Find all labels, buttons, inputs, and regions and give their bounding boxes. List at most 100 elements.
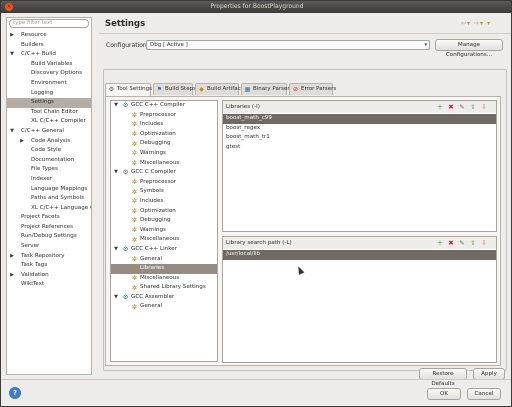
cancel-button[interactable]: Cancel — [467, 388, 501, 400]
sidebar-item-file-types[interactable]: File Types — [7, 165, 91, 175]
tool-tree-item-label: Libraries — [140, 265, 165, 272]
sidebar-item-logging[interactable]: Logging — [7, 89, 91, 99]
collapsed-arrow-icon[interactable]: ▶ — [9, 252, 15, 262]
tool-tree-item-general[interactable]: ✲ General — [111, 302, 217, 312]
tool-tree-item-debugging[interactable]: ✲ Debugging — [111, 216, 217, 226]
tool-tree-item-debugging[interactable]: ✲ Debugging — [111, 139, 217, 149]
tool-tree-item-preprocessor[interactable]: ✲ Preprocessor — [111, 178, 217, 188]
sidebar-item-language-mappings[interactable]: Language Mappings — [7, 185, 91, 195]
option-category-icon: ✲ — [131, 264, 138, 273]
configuration-select[interactable]: Dbg [ Active ] ▾ — [146, 40, 430, 50]
tool-tree-item-libraries[interactable]: ✲ Libraries — [111, 264, 217, 274]
sidebar-item-server[interactable]: Server — [7, 242, 91, 252]
sidebar-item-indexer[interactable]: Indexer — [7, 175, 91, 185]
sidebar-item-c-c-general[interactable]: ▼ C/C++ General — [7, 127, 91, 137]
sidebar-item-xl-c-c-compiler[interactable]: XL C/C++ Compiler — [7, 117, 91, 127]
tab-error-parsers[interactable]: ⊘ Error Parsers — [289, 83, 336, 95]
move-up-icon[interactable]: ⇧ — [469, 103, 477, 111]
expanded-arrow-icon[interactable]: ▼ — [9, 127, 15, 137]
sidebar-item-documentation[interactable]: Documentation — [7, 156, 91, 166]
sidebar-item-label: Environment — [31, 79, 67, 86]
sidebar-item-environment[interactable]: Environment — [7, 79, 91, 89]
move-down-icon[interactable]: ⇩ — [480, 103, 488, 111]
sidebar-item-tool-chain-editor[interactable]: Tool Chain Editor — [7, 108, 91, 118]
tool-tree-item-gcc-c-compiler[interactable]: ▼ ⚙ GCC C++ Compiler — [111, 101, 217, 111]
sidebar-item-task-repository[interactable]: ▶ Task Repository — [7, 252, 91, 262]
tool-tree-item-miscellaneous[interactable]: ✲ Miscellaneous — [111, 235, 217, 245]
expanded-arrow-icon[interactable]: ▼ — [113, 245, 119, 255]
sidebar-item-project-facets[interactable]: Project Facets — [7, 213, 91, 223]
tool-tree-item-includes[interactable]: ✲ Includes — [111, 120, 217, 130]
forward-icon[interactable]: ⇨▾ — [474, 20, 484, 27]
tool-tree-item-warnings[interactable]: ✲ Warnings — [111, 149, 217, 159]
expanded-arrow-icon[interactable]: ▼ — [113, 168, 119, 178]
sidebar-item-paths-and-symbols[interactable]: Paths and Symbols — [7, 194, 91, 204]
tool-tree-item-miscellaneous[interactable]: ✲ Miscellaneous — [111, 159, 217, 169]
sidebar-item-xl-c-c-language-opti[interactable]: XL C/C++ Language Opti — [7, 204, 91, 214]
tool-tree-item-warnings[interactable]: ✲ Warnings — [111, 226, 217, 236]
tool-tree-item-preprocessor[interactable]: ✲ Preprocessor — [111, 111, 217, 121]
list-item[interactable]: boost_regex — [223, 124, 496, 134]
tool-tree-item-miscellaneous[interactable]: ✲ Miscellaneous — [111, 274, 217, 284]
edit-icon[interactable]: ✎ — [458, 239, 466, 247]
expanded-arrow-icon[interactable]: ▼ — [9, 50, 15, 60]
delete-icon[interactable]: ✖ — [447, 239, 455, 247]
ok-button[interactable]: OK — [427, 388, 461, 400]
tool-tree-item-symbols[interactable]: ✲ Symbols — [111, 187, 217, 197]
edit-icon[interactable]: ✎ — [458, 103, 466, 111]
option-category-icon: ✲ — [131, 139, 138, 148]
list-item[interactable]: boost_math_tr1 — [223, 133, 496, 143]
library-paths-list: Library search path (-L) ＋ ✖ ✎ ⇧ ⇩ /usr/… — [222, 236, 497, 363]
sidebar-item-label: Paths and Symbols — [31, 195, 85, 202]
sidebar-item-code-analysis[interactable]: ▶ Code Analysis — [7, 137, 91, 147]
collapsed-arrow-icon[interactable]: ▶ — [19, 137, 25, 147]
collapsed-arrow-icon[interactable]: ▶ — [9, 271, 15, 281]
tool-tree-item-general[interactable]: ✲ General — [111, 255, 217, 265]
tab-build-artifact[interactable]: ◆ Build Artifact — [195, 83, 243, 95]
filter-input[interactable]: type filter text — [9, 19, 89, 28]
sidebar-item-code-style[interactable]: Code Style — [7, 146, 91, 156]
tab-binary-parsers[interactable]: ▦ Binary Parsers — [241, 83, 293, 95]
sidebar-item-task-tags[interactable]: Task Tags — [7, 261, 91, 271]
move-down-icon[interactable]: ⇩ — [480, 239, 488, 247]
sidebar-item-builders[interactable]: Builders — [7, 41, 91, 51]
expanded-arrow-icon[interactable]: ▼ — [113, 293, 119, 303]
sidebar-item-discovery-options[interactable]: Discovery Options — [7, 69, 91, 79]
tool-tree-item-optimization[interactable]: ✲ Optimization — [111, 207, 217, 217]
sidebar-item-project-references[interactable]: Project References — [7, 223, 91, 233]
tool-tree-item-optimization[interactable]: ✲ Optimization — [111, 130, 217, 140]
delete-icon[interactable]: ✖ — [447, 103, 455, 111]
sidebar-item-build-variables[interactable]: Build Variables — [7, 60, 91, 70]
help-icon[interactable]: ? — [9, 387, 21, 399]
tool-tree-item-gcc-c-compiler[interactable]: ▼ ⚙ GCC C Compiler — [111, 168, 217, 178]
tool-tree-item-includes[interactable]: ✲ Includes — [111, 197, 217, 207]
tab-tool-settings[interactable]: ⚙ Tool Settings — [105, 83, 152, 96]
menu-icon[interactable]: ▾ — [487, 20, 491, 27]
add-icon[interactable]: ＋ — [436, 239, 444, 247]
list-item[interactable]: gtest — [223, 143, 496, 153]
tool-tree-item-gcc-c-linker[interactable]: ▼ ⚙ GCC C++ Linker — [111, 245, 217, 255]
sidebar-item-c-c-build[interactable]: ▼ C/C++ Build — [7, 50, 91, 60]
list-item[interactable]: boost_math_c99 — [223, 114, 496, 124]
sidebar-item-settings[interactable]: Settings — [7, 98, 91, 108]
tool-tree-item-gcc-assembler[interactable]: ▼ ⚙ GCC Assembler — [111, 293, 217, 303]
option-category-icon: ✲ — [131, 187, 138, 196]
collapsed-arrow-icon[interactable]: ▶ — [9, 31, 15, 41]
tool-tree-item-label: Miscellaneous — [140, 159, 180, 166]
manage-configurations-button[interactable]: Manage Configurations... — [435, 39, 503, 58]
sidebar-item-wikitext[interactable]: WikiText — [7, 280, 91, 290]
tab-label: Build Artifact — [207, 86, 243, 92]
sidebar-item-label: Discovery Options — [31, 70, 82, 77]
sidebar-item-run-debug-settings[interactable]: Run/Debug Settings — [7, 232, 91, 242]
tool-tree-item-shared-library-settings[interactable]: ✲ Shared Library Settings — [111, 283, 217, 293]
expanded-arrow-icon[interactable]: ▼ — [113, 101, 119, 111]
back-icon[interactable]: ⇦▾ — [461, 20, 471, 27]
tool-tree-item-label: Optimization — [140, 130, 176, 137]
move-up-icon[interactable]: ⇧ — [469, 239, 477, 247]
sidebar-item-label: Tool Chain Editor — [31, 108, 78, 115]
list-item[interactable]: /usr/local/lib — [223, 250, 496, 260]
sidebar-item-resource[interactable]: ▶ Resource — [7, 31, 91, 41]
tab-build-steps[interactable]: ⚑ Build Steps — [153, 83, 196, 95]
sidebar-item-validation[interactable]: ▶ Validation — [7, 271, 91, 281]
add-icon[interactable]: ＋ — [436, 103, 444, 111]
